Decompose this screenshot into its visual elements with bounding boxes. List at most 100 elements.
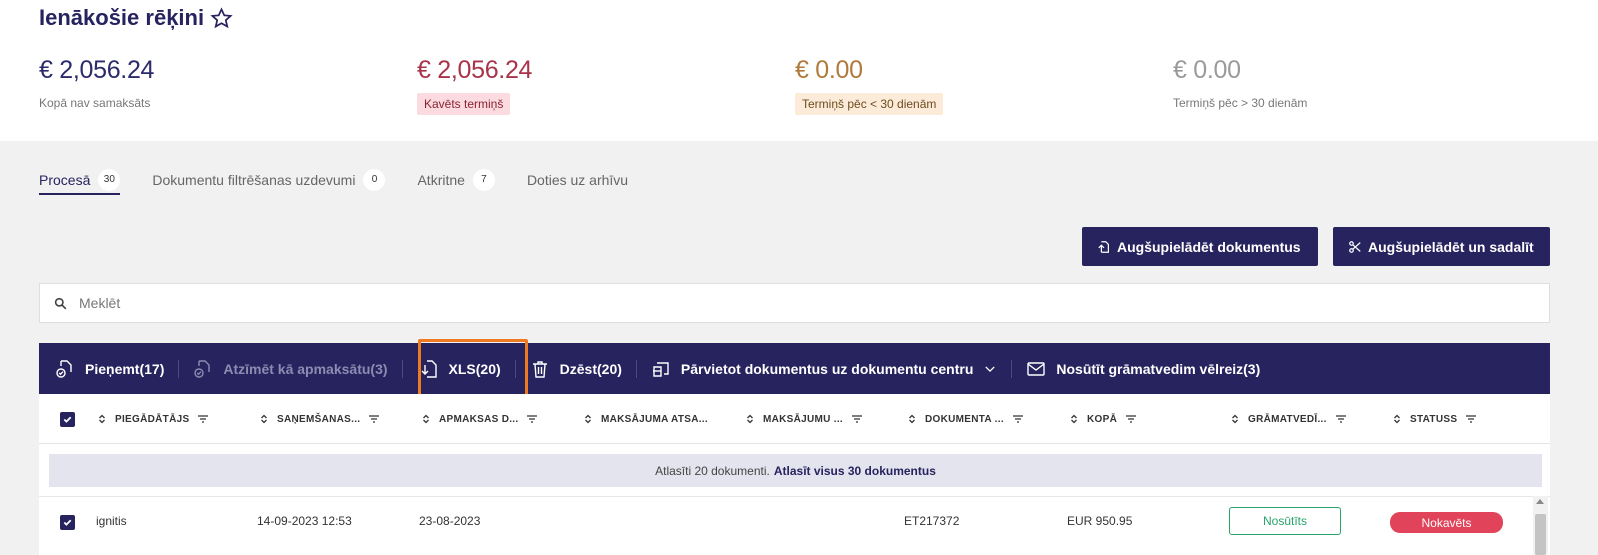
- column-label: MAKSĀJUMU ...: [763, 413, 844, 425]
- chevron-down-icon: [985, 365, 996, 372]
- checkbox-checked: [60, 515, 75, 530]
- tab-label: Doties uz arhīvu: [526, 171, 629, 188]
- filter-icon[interactable]: [368, 414, 380, 424]
- scrollbar-thumb[interactable]: [1535, 514, 1546, 555]
- column-header-status[interactable]: STATUSS: [1392, 394, 1477, 444]
- stat-label: Kopā nav samaksāts: [39, 96, 151, 110]
- action-label: Dzēst(20): [559, 360, 622, 377]
- sort-icon: [1071, 414, 1077, 424]
- cell-document: ET217372: [904, 514, 960, 528]
- mark-paid-button[interactable]: Atzīmēt kā apmaksātu(3): [179, 343, 401, 394]
- column-label: STATUSS: [1410, 413, 1458, 425]
- filter-icon[interactable]: [1335, 414, 1347, 424]
- status-badge: Nokavēts: [1390, 512, 1503, 533]
- table-header: PIEGĀDĀTĀJS SAŅEMŠANAS... APMAKSAS D... …: [39, 394, 1550, 444]
- column-header-supplier[interactable]: PIEGĀDĀTĀJS: [97, 394, 209, 444]
- selection-banner: Atlasīti 20 dokumenti. Atlasīt visus 30 …: [49, 454, 1542, 487]
- filter-icon[interactable]: [197, 414, 209, 424]
- action-label: Atzīmēt kā apmaksātu(3): [223, 360, 388, 377]
- row-checkbox[interactable]: [60, 515, 75, 530]
- accept-document-icon: [56, 359, 72, 378]
- search-bar: [39, 283, 1550, 323]
- upload-and-split-button[interactable]: Augšupielādēt un sadalīt: [1333, 227, 1550, 266]
- sort-icon: [261, 414, 267, 424]
- upload-documents-button[interactable]: Augšupielādēt dokumentus: [1082, 227, 1318, 266]
- resend-to-accountant-button[interactable]: Nosūtīt grāmatvedim vēlreiz(3): [1012, 343, 1274, 394]
- upload-file-icon: [1098, 240, 1109, 253]
- cell-supplier: ignitis: [96, 514, 127, 528]
- tab-filter-tasks[interactable]: Dokumentu filtrēšanas uzdevumi 0: [152, 164, 386, 195]
- column-header-payment-reference[interactable]: MAKSĀJUMA ATSA...: [583, 394, 708, 444]
- column-label: GRĀMATVEDĪ...: [1248, 413, 1327, 425]
- sort-icon: [1232, 414, 1238, 424]
- cell-due-date: 23-08-2023: [419, 514, 481, 528]
- bulk-action-bar: Pieņemt(17) Atzīmēt kā apmaksātu(3) XLS(…: [39, 343, 1550, 394]
- star-icon[interactable]: [210, 6, 233, 30]
- column-label: SAŅEMŠANAS...: [277, 413, 361, 425]
- sort-icon: [423, 414, 429, 424]
- search-input[interactable]: [79, 295, 1479, 311]
- select-all-documents-link[interactable]: Atlasīt visus 30 dokumentus: [774, 464, 936, 478]
- stat-amount: € 2,056.24: [417, 56, 533, 84]
- tab-archive[interactable]: Doties uz arhīvu: [527, 164, 628, 195]
- page-title: Ienākošie rēķini: [39, 5, 233, 31]
- button-label: Augšupielādēt un sadalīt: [1368, 238, 1534, 255]
- tab-trash[interactable]: Atkritne 7: [417, 164, 495, 195]
- scroll-up-arrow[interactable]: [1536, 499, 1544, 504]
- tab-label: Dokumentu filtrēšanas uzdevumi: [152, 171, 356, 188]
- vertical-scrollbar[interactable]: [1533, 496, 1548, 555]
- page-title-text: Ienākošie rēķini: [39, 5, 205, 30]
- stat-unpaid: € 2,056.24 Kopā nav samaksāts: [39, 56, 154, 112]
- filter-icon[interactable]: [526, 414, 538, 424]
- action-label: Nosūtīt grāmatvedim vēlreiz(3): [1056, 360, 1261, 377]
- delete-button[interactable]: Dzēst(20): [516, 343, 636, 394]
- action-label: XLS(20): [448, 360, 501, 377]
- tab-count-badge: 7: [472, 168, 495, 191]
- column-header-due-date[interactable]: APMAKSAS D...: [421, 394, 538, 444]
- filter-icon[interactable]: [1125, 414, 1137, 424]
- column-header-payments[interactable]: MAKSĀJUMU ...: [745, 394, 863, 444]
- button-label: Augšupielādēt dokumentus: [1117, 238, 1301, 255]
- xls-export-button[interactable]: XLS(20): [403, 343, 515, 394]
- stat-due-gt30: € 0.00 Termiņš pēc > 30 dienām: [1173, 56, 1307, 112]
- column-label: DOKUMENTA ...: [925, 413, 1004, 425]
- filter-icon[interactable]: [851, 414, 863, 424]
- sort-icon: [1394, 414, 1400, 424]
- filter-icon[interactable]: [1465, 414, 1477, 424]
- tab-bar: Procesā 30 Dokumentu filtrēšanas uzdevum…: [39, 164, 628, 195]
- accountant-status-badge: Nosūtīts: [1229, 507, 1341, 535]
- mail-icon: [1027, 361, 1046, 376]
- column-header-document[interactable]: DOKUMENTA ...: [907, 394, 1024, 444]
- column-header-received[interactable]: SAŅEMŠANAS...: [259, 394, 380, 444]
- stat-overdue: € 2,056.24 Kavēts termiņš: [417, 56, 532, 115]
- check-icon: [63, 416, 72, 423]
- summary-panel: Ienākošie rēķini € 2,056.24 Kopā nav sam…: [0, 0, 1598, 141]
- sort-icon: [909, 414, 915, 424]
- checkbox-checked: [60, 411, 75, 427]
- scissors-icon: [1349, 240, 1361, 253]
- stat-amount: € 0.00: [1173, 56, 1241, 84]
- sort-icon: [585, 414, 591, 424]
- table-row[interactable]: ignitis 14-09-2023 12:53 23-08-2023 ET21…: [39, 496, 1550, 555]
- stat-badge-overdue: Kavēts termiņš: [417, 93, 511, 115]
- trash-icon: [532, 360, 547, 378]
- move-to-document-center-dropdown[interactable]: Pārvietot dokumentus uz dokumentu centru: [637, 343, 1011, 394]
- cell-total: EUR 950.95: [1067, 514, 1133, 528]
- action-label: Pārvietot dokumentus uz dokumentu centru: [680, 360, 974, 377]
- column-label: PIEGĀDĀTĀJS: [115, 413, 190, 425]
- accept-button[interactable]: Pieņemt(17): [39, 343, 178, 394]
- column-label: APMAKSAS D...: [439, 413, 519, 425]
- column-header-total[interactable]: KOPĀ: [1069, 394, 1137, 444]
- tab-count-badge: 30: [98, 168, 121, 191]
- search-icon: [54, 297, 67, 309]
- select-all-checkbox[interactable]: [60, 394, 75, 444]
- stat-label: Termiņš pēc > 30 dienām: [1173, 96, 1308, 110]
- sort-icon: [99, 414, 105, 424]
- selection-count-text: Atlasīti 20 dokumenti.: [655, 463, 770, 478]
- sort-icon: [747, 414, 753, 424]
- stat-amount: € 0.00: [795, 56, 863, 84]
- tab-label: Atkritne: [417, 171, 465, 188]
- tab-in-process[interactable]: Procesā 30: [39, 164, 121, 195]
- filter-icon[interactable]: [1012, 414, 1024, 424]
- column-header-accountant[interactable]: GRĀMATVEDĪ...: [1230, 394, 1347, 444]
